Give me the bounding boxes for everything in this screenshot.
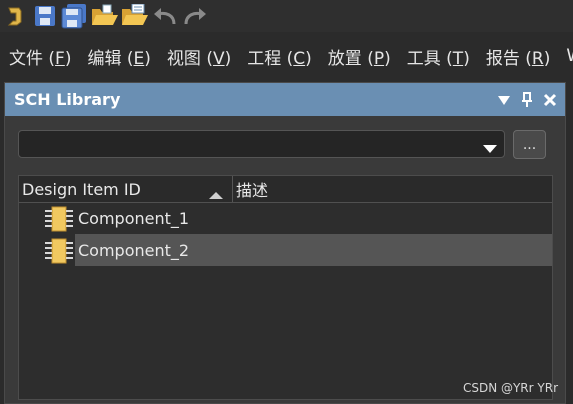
chevron-down-icon[interactable] (482, 139, 498, 158)
browse-button[interactable]: ... (513, 130, 546, 159)
menu-view[interactable]: 视图 (V) (158, 44, 238, 69)
pin-icon[interactable] (515, 89, 538, 111)
column-label: Design Item ID (22, 179, 141, 199)
menu-reports[interactable]: 报告 (R) (477, 44, 558, 69)
menu-project[interactable]: 工程 (C) (238, 44, 319, 69)
component-name: Component_2 (78, 240, 190, 260)
table-row-selected[interactable]: Component_2 (19, 234, 552, 266)
menu-place[interactable]: 放置 (P) (319, 44, 398, 69)
redo-icon[interactable] (180, 1, 210, 31)
watermark: CSDN @YRr YRr (462, 381, 558, 395)
column-label: 描述 (236, 181, 269, 200)
open-project-icon[interactable] (120, 1, 150, 31)
menu-file[interactable]: 文件 (F) (0, 44, 78, 69)
component-chip-icon (44, 238, 74, 268)
column-design-item-id[interactable]: Design Item ID (19, 176, 233, 202)
panel-header: SCH Library (5, 83, 565, 116)
panel-title: SCH Library (14, 90, 121, 109)
sch-library-panel: SCH Library ... Design Item ID 描述 Compon… (4, 82, 566, 404)
components-table: Design Item ID 描述 Component_1 Component_… (18, 175, 553, 400)
component-name: Component_1 (78, 208, 190, 228)
close-icon[interactable] (538, 89, 561, 111)
menu-bar: 文件 (F) 编辑 (E) 视图 (V) 工程 (C) 放置 (P) 工具 (T… (0, 38, 573, 74)
menu-window[interactable]: W (557, 46, 573, 66)
library-filter-combo[interactable] (18, 130, 505, 158)
panel-menu-dropdown-icon[interactable] (492, 89, 515, 111)
save-icon[interactable] (30, 1, 60, 31)
undo-icon[interactable] (150, 1, 180, 31)
menu-edit[interactable]: 编辑 (E) (78, 44, 157, 69)
save-all-icon[interactable] (60, 1, 90, 31)
app-logo-icon[interactable] (0, 1, 30, 31)
table-header: Design Item ID 描述 (19, 176, 552, 203)
component-chip-icon (44, 206, 74, 236)
table-row[interactable]: Component_1 (19, 202, 552, 234)
open-folder-icon[interactable] (90, 1, 120, 31)
toolbar (0, 0, 573, 32)
column-description[interactable]: 描述 (233, 176, 552, 202)
menu-tools[interactable]: 工具 (T) (398, 44, 477, 69)
